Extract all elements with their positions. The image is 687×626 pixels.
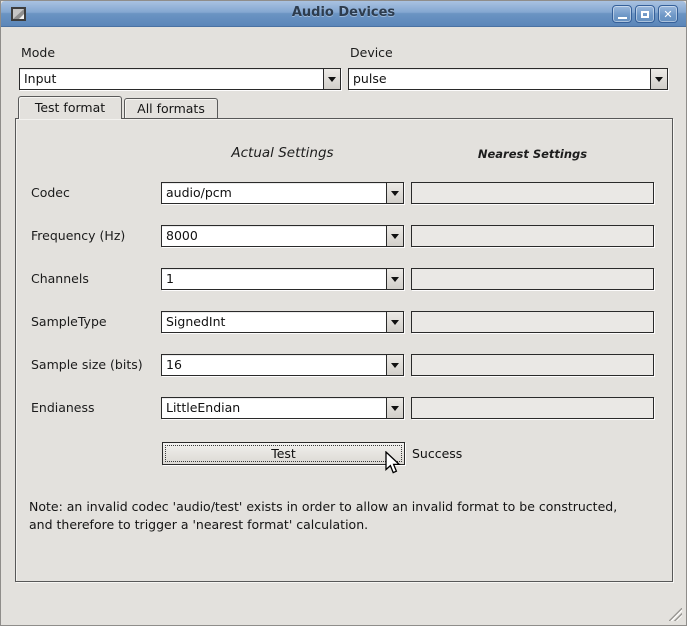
form-row-endianess: Endianess LittleEndian [1, 397, 687, 419]
tab-all-formats[interactable]: All formats [124, 98, 218, 118]
chevron-down-icon [386, 398, 403, 418]
sampletype-nearest-field [411, 311, 654, 333]
maximize-button[interactable] [635, 5, 655, 23]
note-line-1: Note: an invalid codec 'audio/test' exis… [29, 499, 617, 514]
form-row-frequency: Frequency (Hz) 8000 [1, 225, 687, 247]
device-label: Device [350, 45, 393, 60]
resize-grip-icon[interactable] [669, 608, 682, 621]
note-text: Note: an invalid codec 'audio/test' exis… [29, 498, 669, 533]
test-button[interactable]: Test [162, 442, 405, 465]
window-title: Audio Devices [1, 5, 686, 20]
chevron-down-icon [386, 269, 403, 289]
mode-combobox[interactable]: Input [19, 68, 341, 90]
device-combobox[interactable]: pulse [348, 68, 668, 90]
frequency-label: Frequency (Hz) [31, 228, 125, 243]
audio-devices-window: Audio Devices ✕ Mode Input Device pulse … [0, 0, 687, 626]
endianess-combobox-value: LittleEndian [162, 398, 386, 418]
form-row-samplesize: Sample size (bits) 16 [1, 354, 687, 376]
endianess-combobox[interactable]: LittleEndian [161, 397, 404, 419]
close-icon: ✕ [663, 9, 672, 20]
maximize-icon [641, 11, 649, 18]
frequency-combobox[interactable]: 8000 [161, 225, 404, 247]
samplesize-nearest-field [411, 354, 654, 376]
codec-combobox-value: audio/pcm [162, 183, 386, 203]
mode-label: Mode [21, 45, 55, 60]
codec-combobox[interactable]: audio/pcm [161, 182, 404, 204]
channels-combobox[interactable]: 1 [161, 268, 404, 290]
samplesize-combobox-value: 16 [162, 355, 386, 375]
codec-label: Codec [31, 185, 70, 200]
sampletype-combobox-value: SignedInt [162, 312, 386, 332]
channels-label: Channels [31, 271, 89, 286]
codec-nearest-field [411, 182, 654, 204]
frequency-combobox-value: 8000 [162, 226, 386, 246]
form-row-sampletype: SampleType SignedInt [1, 311, 687, 333]
actual-settings-header: Actual Settings [161, 145, 404, 161]
channels-nearest-field [411, 268, 654, 290]
device-combobox-value: pulse [349, 69, 650, 89]
sampletype-combobox[interactable]: SignedInt [161, 311, 404, 333]
titlebar[interactable]: Audio Devices ✕ [1, 1, 686, 27]
tab-test-format[interactable]: Test format [18, 96, 122, 119]
frequency-nearest-field [411, 225, 654, 247]
note-line-2: and therefore to trigger a 'nearest form… [29, 517, 368, 532]
samplesize-label: Sample size (bits) [31, 357, 143, 372]
form-row-codec: Codec audio/pcm [1, 182, 687, 204]
chevron-down-icon [386, 183, 403, 203]
status-label: Success [412, 446, 462, 461]
samplesize-combobox[interactable]: 16 [161, 354, 404, 376]
endianess-label: Endianess [31, 400, 95, 415]
sampletype-label: SampleType [31, 314, 107, 329]
minimize-button[interactable] [612, 5, 632, 23]
mode-combobox-value: Input [20, 69, 323, 89]
nearest-settings-header: Nearest Settings [411, 147, 654, 161]
chevron-down-icon [323, 69, 340, 89]
chevron-down-icon [650, 69, 667, 89]
endianess-nearest-field [411, 397, 654, 419]
chevron-down-icon [386, 312, 403, 332]
form-row-channels: Channels 1 [1, 268, 687, 290]
channels-combobox-value: 1 [162, 269, 386, 289]
close-button[interactable]: ✕ [658, 5, 678, 23]
chevron-down-icon [386, 226, 403, 246]
minimize-icon [618, 17, 627, 19]
chevron-down-icon [386, 355, 403, 375]
